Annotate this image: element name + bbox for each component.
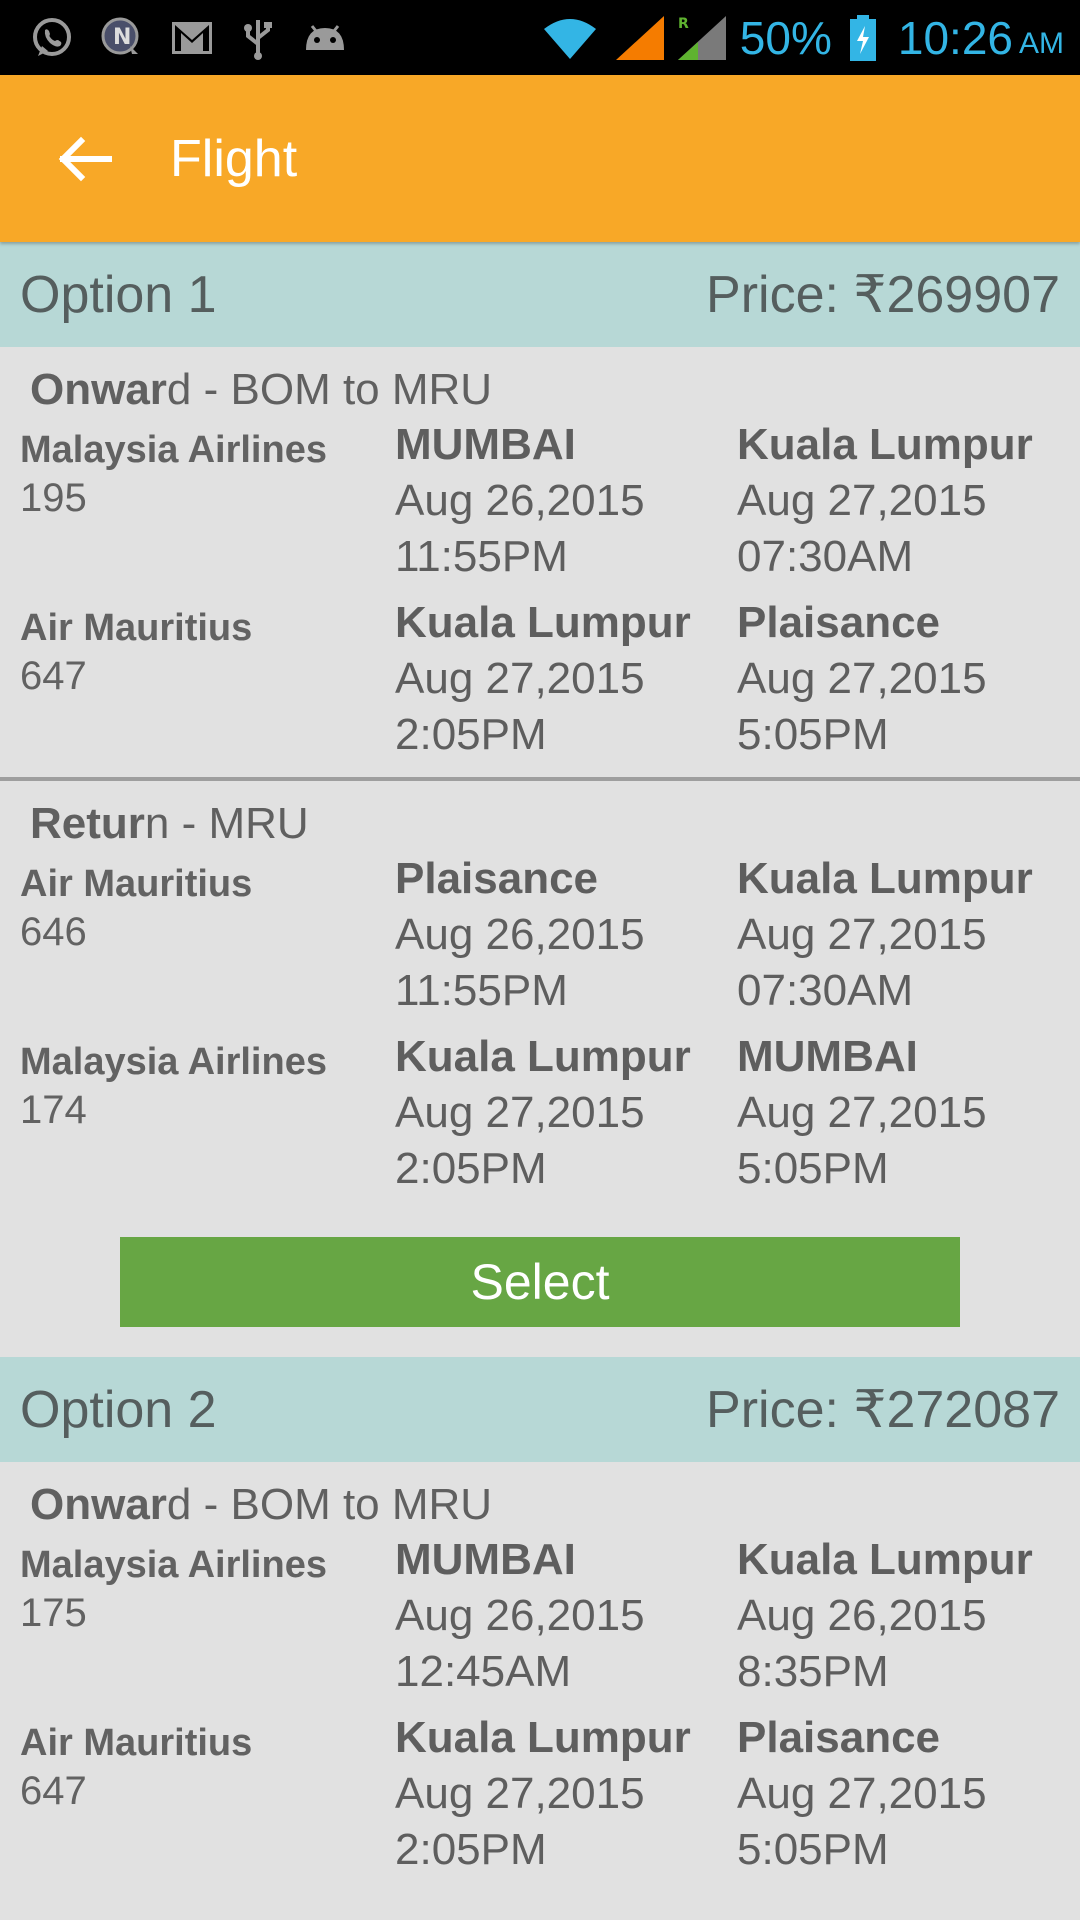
departure-date: Aug 26,2015 (395, 910, 645, 959)
section-title-bold: Retur (30, 799, 145, 848)
status-bar-notifications: N (30, 16, 374, 60)
departure-city: Kuala Lumpur (395, 598, 691, 647)
flight-number: 647 (20, 1769, 87, 1813)
select-container: Select (0, 1207, 1080, 1357)
departure-city: Kuala Lumpur (395, 1032, 691, 1081)
arrival-date: Aug 27,2015 (737, 476, 987, 525)
option-header: Option 2 Price: ₹272087 (0, 1357, 1080, 1462)
arrival-city: Plaisance (737, 1713, 941, 1762)
usb-icon (240, 16, 276, 60)
airline-name: Malaysia Airlines (20, 1041, 327, 1083)
flight-leg: Air Mauritius 647 Kuala Lumpur Aug 27,20… (0, 1710, 1080, 1888)
onward-section-title: Onward - BOM to MRU (0, 1462, 1080, 1532)
departure-date: Aug 27,2015 (395, 1769, 645, 1818)
option-card: Option 2 Price: ₹272087 Onward - BOM to … (0, 1357, 1080, 1888)
section-title-rest: n - MRU (144, 799, 309, 848)
onward-section-title: Onward - BOM to MRU (0, 347, 1080, 417)
departure-time: 2:05PM (395, 1825, 547, 1874)
option-card: Option 1 Price: ₹269907 Onward - BOM to … (0, 242, 1080, 1357)
arrival-city: MUMBAI (737, 1032, 918, 1081)
wifi-icon (540, 15, 600, 61)
arrival-date: Aug 27,2015 (737, 1088, 987, 1137)
clock-ampm: AM (1019, 26, 1064, 60)
battery-percentage: 50% (739, 11, 832, 64)
departure-time: 11:55PM (395, 532, 568, 581)
clock-time: 10:26 (897, 11, 1013, 64)
departure-city: Plaisance (395, 854, 599, 903)
whatsapp-icon (30, 16, 74, 60)
airline-name: Air Mauritius (20, 1722, 253, 1764)
flight-leg: Malaysia Airlines 195 MUMBAI Aug 26,2015… (0, 417, 1080, 595)
battery-charging-icon (848, 14, 878, 62)
departure-time: 2:05PM (395, 710, 547, 759)
section-title-bold: Onwar (30, 1480, 167, 1529)
arrival-date: Aug 27,2015 (737, 910, 987, 959)
section-title-bold: Onwar (30, 365, 167, 414)
arrival-date: Aug 26,2015 (737, 1591, 987, 1640)
page-title: Flight (170, 129, 298, 188)
option-title: Option 1 (20, 265, 217, 324)
arrival-time: 07:30AM (737, 966, 914, 1015)
airline-name: Malaysia Airlines (20, 429, 327, 471)
section-title-rest: d - BOM to MRU (166, 365, 493, 414)
roaming-signal-icon: R (676, 14, 728, 62)
option-title: Option 2 (20, 1380, 217, 1439)
arrival-time: 8:35PM (737, 1647, 889, 1696)
flight-number: 195 (20, 476, 87, 520)
app-bar: Flight (0, 75, 1080, 242)
return-section-title: Return - MRU (0, 781, 1080, 851)
arrival-date: Aug 27,2015 (737, 654, 987, 703)
departure-city: Kuala Lumpur (395, 1713, 691, 1762)
option-price: Price: ₹272087 (706, 1380, 1060, 1439)
arrival-time: 5:05PM (737, 710, 889, 759)
arrival-date: Aug 27,2015 (737, 1769, 987, 1818)
arrow-left-icon (58, 136, 112, 181)
airline-name: Air Mauritius (20, 863, 253, 905)
flight-number: 647 (20, 654, 87, 698)
svg-text:R: R (678, 16, 689, 32)
flight-leg: Malaysia Airlines 175 MUMBAI Aug 26,2015… (0, 1532, 1080, 1710)
flight-leg: Malaysia Airlines 174 Kuala Lumpur Aug 2… (0, 1029, 1080, 1207)
arrival-city: Plaisance (737, 598, 941, 647)
departure-city: MUMBAI (395, 1535, 576, 1584)
flight-number: 175 (20, 1591, 87, 1635)
back-button[interactable] (30, 104, 140, 214)
arrival-city: Kuala Lumpur (737, 420, 1033, 469)
arrival-time: 07:30AM (737, 532, 914, 581)
option-price: Price: ₹269907 (706, 265, 1060, 324)
departure-date: Aug 27,2015 (395, 1088, 645, 1137)
android-debug-icon (302, 20, 348, 56)
select-button[interactable]: Select (120, 1237, 960, 1327)
flight-number: 646 (20, 910, 87, 954)
gmail-icon (170, 20, 214, 56)
arrival-time: 5:05PM (737, 1144, 889, 1193)
arrival-time: 5:05PM (737, 1825, 889, 1874)
status-bar: N R 50% 10:26 AM (0, 0, 1080, 75)
departure-date: Aug 26,2015 (395, 476, 645, 525)
flight-leg: Air Mauritius 646 Plaisance Aug 26,2015 … (0, 851, 1080, 1029)
status-bar-system: R 50% 10:26 AM (540, 11, 1064, 65)
svg-text:N: N (113, 25, 131, 50)
departure-city: MUMBAI (395, 420, 576, 469)
departure-date: Aug 27,2015 (395, 654, 645, 703)
departure-time: 2:05PM (395, 1144, 547, 1193)
notification-n-icon: N (100, 16, 144, 60)
arrival-city: Kuala Lumpur (737, 1535, 1033, 1584)
flight-leg: Air Mauritius 647 Kuala Lumpur Aug 27,20… (0, 595, 1080, 773)
departure-time: 11:55PM (395, 966, 568, 1015)
departure-time: 12:45AM (395, 1647, 572, 1696)
departure-date: Aug 26,2015 (395, 1591, 645, 1640)
arrival-city: Kuala Lumpur (737, 854, 1033, 903)
signal-icon (614, 14, 666, 62)
airline-name: Malaysia Airlines (20, 1544, 327, 1586)
flight-number: 174 (20, 1088, 87, 1132)
airline-name: Air Mauritius (20, 607, 253, 649)
option-header: Option 1 Price: ₹269907 (0, 242, 1080, 347)
section-title-rest: d - BOM to MRU (166, 1480, 493, 1529)
